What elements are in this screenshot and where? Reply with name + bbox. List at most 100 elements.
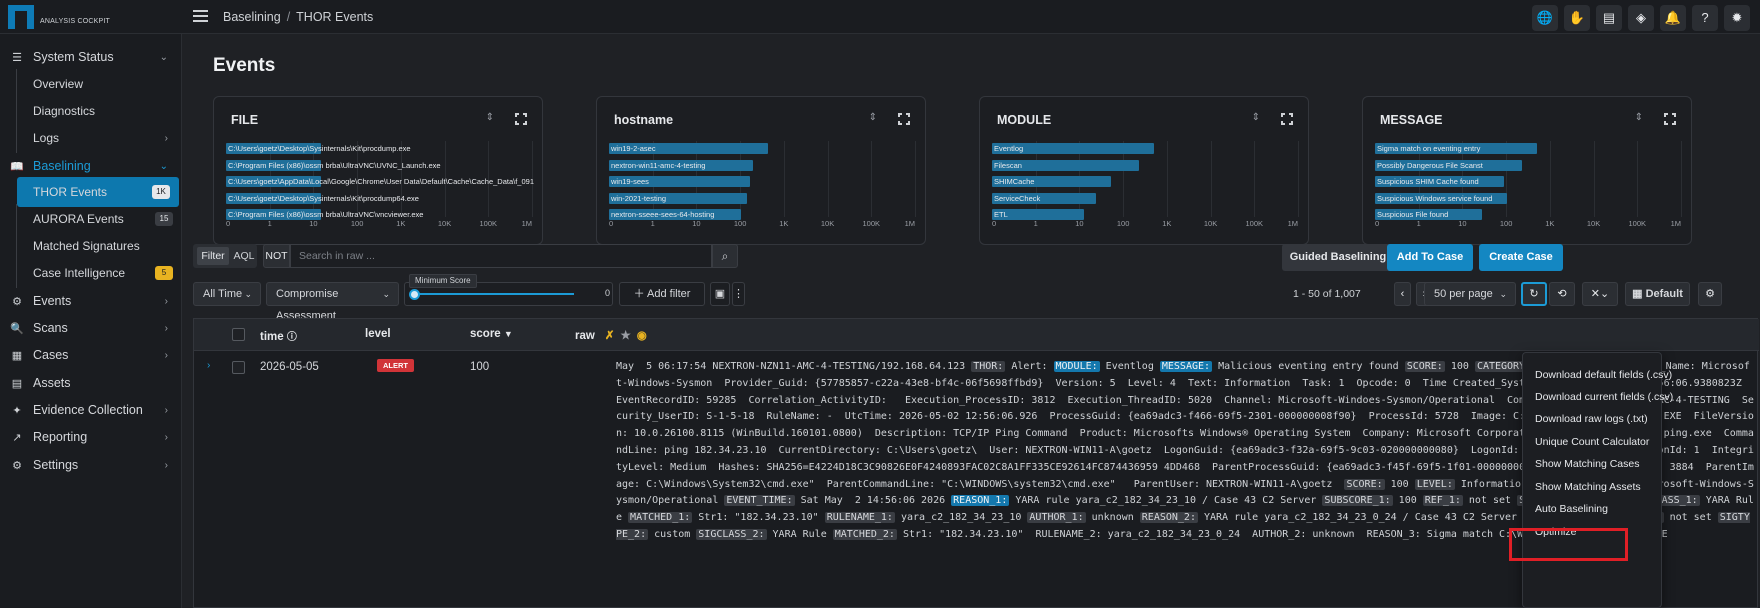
bar-label[interactable]: win19-sees [611, 176, 917, 187]
refresh-button[interactable]: ↻ [1521, 282, 1547, 306]
filter-mode-button[interactable]: Filter [197, 247, 229, 265]
menu-item-unique-count-calculator[interactable]: Unique Count Calculator [1535, 436, 1649, 448]
prev-page-button[interactable]: ‹ [1394, 282, 1411, 306]
sidebar-item-thor-events[interactable]: THOR Events 1K [17, 177, 179, 207]
expand-icon[interactable] [514, 112, 528, 126]
menu-item-show-matching-cases[interactable]: Show Matching Cases [1535, 458, 1639, 470]
highlight-off-icon[interactable]: ✗ [605, 330, 615, 342]
expand-icon[interactable] [897, 112, 911, 126]
auto-refresh-button[interactable]: ⟲ [1549, 282, 1575, 306]
menu-toggle-icon[interactable] [193, 10, 208, 22]
theme-toggle-icon[interactable]: ✹ [1724, 5, 1750, 31]
sort-icon[interactable]: ⇕ [1252, 112, 1260, 123]
field-text: Eventlog [1099, 361, 1160, 372]
help-icon[interactable]: ? [1692, 5, 1718, 31]
bar-label[interactable]: Suspicious SHIM Cache found [1377, 176, 1683, 187]
sort-icon[interactable]: ⇕ [869, 112, 877, 123]
menu-item-auto-baselining[interactable]: Auto Baselining [1535, 503, 1608, 515]
menu-item-show-matching-assets[interactable]: Show Matching Assets [1535, 481, 1641, 493]
sidebar-item-diagnostics[interactable]: Diagnostics [16, 96, 182, 126]
layers-icon[interactable]: ◈ [1628, 5, 1654, 31]
expand-icon[interactable] [1280, 112, 1294, 126]
search-input[interactable] [290, 244, 712, 268]
user-agent-icon[interactable]: ✋ [1564, 5, 1590, 31]
slider-track[interactable] [414, 293, 574, 295]
sidebar-item-reporting[interactable]: ↗ Reporting › [0, 422, 182, 452]
sidebar-item-settings[interactable]: ⚙ Settings › [0, 450, 182, 480]
expand-row-icon[interactable]: › [207, 360, 210, 371]
menu-item-download-current-fields-csv[interactable]: Download current fields (.csv) [1535, 391, 1673, 403]
sidebar-item-label: Overview [33, 77, 84, 91]
save-filter-button[interactable]: ▣ [710, 282, 730, 306]
bar-label[interactable]: ServiceCheck [994, 193, 1300, 204]
refresh-icon: ↻ [1529, 288, 1539, 300]
search-button[interactable]: ⌕ [712, 244, 738, 268]
menu-item-download-default-fields-csv[interactable]: Download default fields (.csv) [1535, 369, 1672, 381]
add-to-case-button[interactable]: Add To Case [1387, 244, 1473, 271]
bar-label[interactable]: Possibly Dangerous File Scanst [1377, 160, 1683, 171]
bar-label[interactable]: C:\Users\goetz\Desktop\Sysinternals\Kit\… [228, 143, 534, 154]
star-icon[interactable]: ★ [620, 330, 630, 342]
eye-icon[interactable]: ◉ [637, 330, 647, 342]
row-time: 2026-05-05 [260, 361, 319, 373]
bar-label[interactable]: win19-2-asec [611, 143, 917, 154]
column-time[interactable]: time ⓘ [260, 328, 297, 343]
settings-button[interactable]: ⚙ [1698, 282, 1722, 306]
select-all-checkbox[interactable] [232, 328, 245, 341]
app-logo[interactable]: ANALYSIS COCKPIT [8, 5, 110, 29]
sidebar-item-scans[interactable]: 🔍 Scans › [0, 313, 182, 343]
expand-icon[interactable] [1663, 112, 1677, 126]
chevron-right-icon: › [164, 322, 168, 334]
aql-mode-button[interactable]: AQL [233, 247, 255, 265]
create-case-button[interactable]: Create Case [1479, 244, 1563, 271]
bar-label[interactable]: SHIMCache [994, 176, 1300, 187]
axis-ticks: 0 1 10 100 1K 10K 100K 1M [609, 219, 915, 229]
bar-label[interactable]: Eventlog [994, 143, 1300, 154]
chevron-right-icon: › [164, 404, 168, 416]
breadcrumb-item[interactable]: Baselining [223, 10, 281, 24]
sidebar-item-matched-signatures[interactable]: Matched Signatures [16, 231, 182, 261]
sidebar-item-aurora-events[interactable]: AURORA Events 15 [16, 204, 182, 234]
bar-label[interactable]: Sigma match on eventing entry [1377, 143, 1683, 154]
column-level[interactable]: level [365, 328, 391, 340]
bar-label[interactable]: nextron-win11-amc-4-testing [611, 160, 917, 171]
chevron-down-icon: ⌄ [159, 160, 168, 172]
sidebar-item-case-intelligence[interactable]: Case Intelligence 5 [16, 258, 182, 288]
sidebar-item-events[interactable]: ⚙ Events › [0, 286, 182, 316]
column-score[interactable]: score ▼ [470, 328, 513, 340]
not-toggle-button[interactable]: NOT [263, 244, 290, 268]
field-text: Str1: "182.34.23.10" [692, 512, 825, 524]
sort-icon[interactable]: ⇕ [486, 112, 494, 123]
sidebar: ☰ System Status ⌄ Overview Diagnostics Logs › 📖… [0, 34, 182, 608]
sort-icon[interactable]: ⇕ [1635, 112, 1643, 123]
bar-label[interactable]: Filescan [994, 160, 1300, 171]
sidebar-item-overview[interactable]: Overview [16, 69, 182, 99]
guided-baselining-button[interactable]: Guided Baselining [1282, 244, 1394, 271]
more-options-button[interactable]: ⋮ [732, 282, 745, 306]
cases-icon: ▦ [11, 349, 23, 362]
sidebar-item-logs[interactable]: Logs › [16, 123, 182, 153]
server-status-icon[interactable]: ▤ [1596, 5, 1622, 31]
globe-status-icon[interactable]: 🌐 [1532, 5, 1558, 31]
column-raw[interactable]: raw ✗ ★ ◉ [575, 328, 647, 342]
bar-label[interactable]: Suspicious Windows service found [1377, 193, 1683, 204]
assessment-select[interactable]: Compromise Assessment ⌄ [266, 282, 399, 322]
bar-label[interactable]: C:\Users\goetz\Desktop\Sysinternals\Kit\… [228, 193, 534, 204]
per-page-select[interactable]: 50 per page ⌄ [1424, 282, 1516, 306]
sidebar-item-evidence-collection[interactable]: ✦ Evidence Collection › [0, 395, 182, 425]
add-filter-button[interactable]: ＋ Add filter [619, 282, 705, 306]
sidebar-item-cases[interactable]: ▦ Cases › [0, 340, 182, 370]
tick-label: 10K [437, 219, 452, 228]
row-checkbox[interactable] [232, 361, 245, 374]
sidebar-item-assets[interactable]: ▤ Assets [0, 368, 182, 398]
bell-icon[interactable]: 🔔 [1660, 5, 1686, 31]
sidebar-item-system-status[interactable]: ☰ System Status ⌄ [0, 42, 182, 72]
menu-item-download-raw-logs-txt[interactable]: Download raw logs (.txt) [1535, 413, 1648, 425]
bar-label[interactable]: C:\Program Files (x86)\ossm brba\UltraVN… [228, 160, 534, 171]
slider-handle[interactable] [409, 289, 420, 300]
time-range-select[interactable]: All Time ⌄ [193, 282, 261, 306]
bar-label[interactable]: win-2021-testing [611, 193, 917, 204]
bar-label[interactable]: C:\Users\goetz\AppData\Local\Google\Chro… [228, 176, 534, 187]
view-select[interactable]: ▦ Default [1625, 282, 1690, 306]
tools-menu-button[interactable]: ✕⌄ [1582, 282, 1618, 306]
